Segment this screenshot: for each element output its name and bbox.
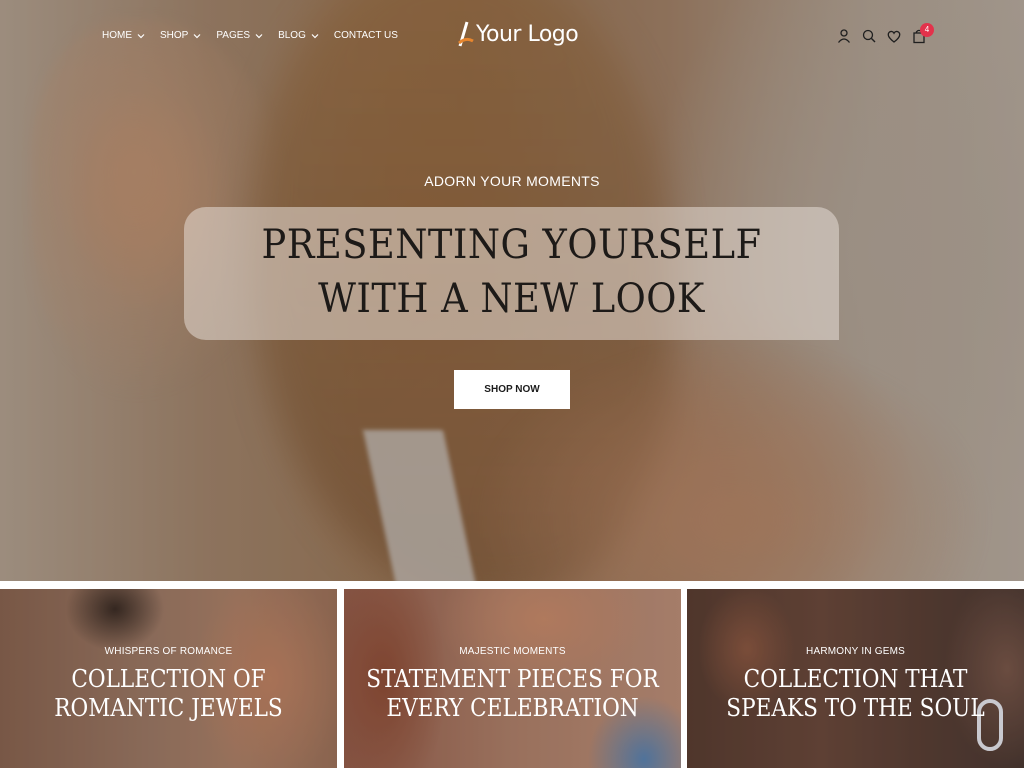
collection-subtitle: HARMONY IN GEMS xyxy=(806,646,905,657)
header-actions xyxy=(836,28,927,44)
logo-mark-icon xyxy=(458,21,474,47)
chevron-down-icon xyxy=(193,33,201,38)
nav-item-label: PAGES xyxy=(216,30,251,41)
logo-text: Your Logo xyxy=(476,21,579,47)
heart-icon[interactable] xyxy=(886,28,902,44)
main-nav: HOME SHOP PAGES BLOG CONTACT US xyxy=(102,30,398,41)
collection-subtitle: WHISPERS OF ROMANCE xyxy=(104,646,233,657)
collection-title: COLLECTION THAT SPEAKS TO THE SOUL xyxy=(726,665,985,722)
nav-item-home[interactable]: HOME xyxy=(102,30,146,41)
collection-card-romance[interactable]: WHISPERS OF ROMANCE COLLECTION OF ROMANT… xyxy=(0,589,337,768)
chevron-down-icon xyxy=(255,33,263,38)
hero-eyebrow: ADORN YOUR MOMENTS xyxy=(424,173,600,189)
nav-item-label: BLOG xyxy=(278,30,306,41)
collection-card-majestic[interactable]: MAJESTIC MOMENTS STATEMENT PIECES FOR EV… xyxy=(344,589,681,768)
nav-item-contact[interactable]: CONTACT US xyxy=(334,30,398,41)
collection-subtitle: MAJESTIC MOMENTS xyxy=(459,646,566,657)
user-icon[interactable] xyxy=(836,28,852,44)
nav-item-label: CONTACT US xyxy=(333,30,398,41)
collection-title: STATEMENT PIECES FOR EVERY CELEBRATION xyxy=(366,665,659,722)
site-header: HOME SHOP PAGES BLOG CONTACT US Your Log… xyxy=(0,0,1024,72)
nav-item-pages[interactable]: PAGES xyxy=(216,30,264,41)
chevron-down-icon xyxy=(137,33,145,38)
nav-item-shop[interactable]: SHOP xyxy=(160,30,202,41)
site-logo[interactable]: Your Logo xyxy=(458,20,579,48)
chevron-down-icon xyxy=(311,33,319,38)
collection-card-harmony[interactable]: HARMONY IN GEMS COLLECTION THAT SPEAKS T… xyxy=(687,589,1024,768)
nav-item-blog[interactable]: BLOG xyxy=(278,30,320,41)
cart-count-badge: 4 xyxy=(920,23,934,37)
nav-item-label: HOME xyxy=(102,30,132,41)
nav-item-label: SHOP xyxy=(160,30,189,41)
hero-title: PRESENTING YOURSELF WITH A NEW LOOK xyxy=(261,222,762,322)
shop-now-button[interactable]: SHOP NOW xyxy=(454,370,570,409)
collection-title: COLLECTION OF ROMANTIC JEWELS xyxy=(54,665,283,722)
search-icon[interactable] xyxy=(861,28,877,44)
